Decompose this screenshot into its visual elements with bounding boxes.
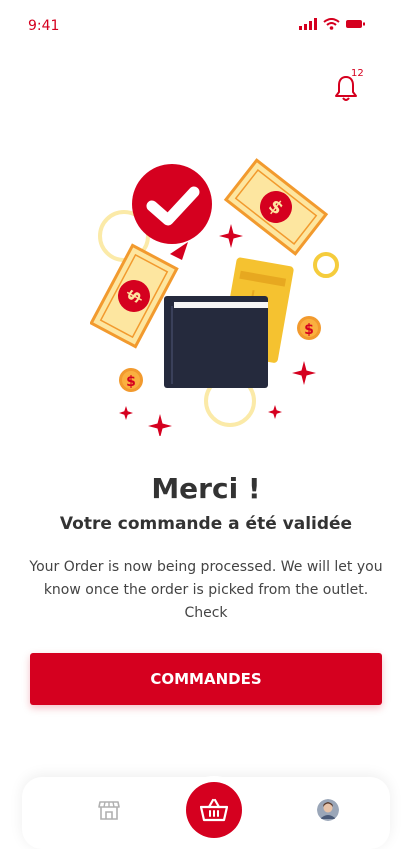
status-icons [299, 18, 366, 30]
wifi-icon [323, 18, 340, 30]
store-icon [98, 801, 120, 820]
confirmation-subtitle: Votre commande a été validée [59, 514, 353, 534]
avatar [317, 799, 339, 821]
svg-text:$: $ [126, 374, 136, 390]
bottom-nav [22, 777, 390, 849]
nav-basket-button[interactable] [186, 782, 242, 838]
nav-profile-avatar[interactable] [317, 799, 339, 821]
confirmation-title: Merci ! [151, 472, 261, 505]
status-time: 9:41 [28, 18, 60, 34]
orders-button[interactable]: COMMANDES [30, 653, 382, 705]
notification-badge: 12 [351, 68, 364, 79]
confirmation-message: Your Order is now being processed. We wi… [29, 559, 383, 621]
notification-button[interactable]: 12 [334, 68, 364, 102]
battery-icon [346, 20, 365, 28]
order-success-illustration: $ $ $ $ [90, 158, 339, 436]
signal-icon [299, 18, 317, 30]
status-bar: 9:41 [0, 0, 412, 52]
nav-store-button[interactable] [98, 799, 120, 821]
basket-icon [200, 798, 228, 822]
svg-text:$: $ [304, 322, 314, 338]
